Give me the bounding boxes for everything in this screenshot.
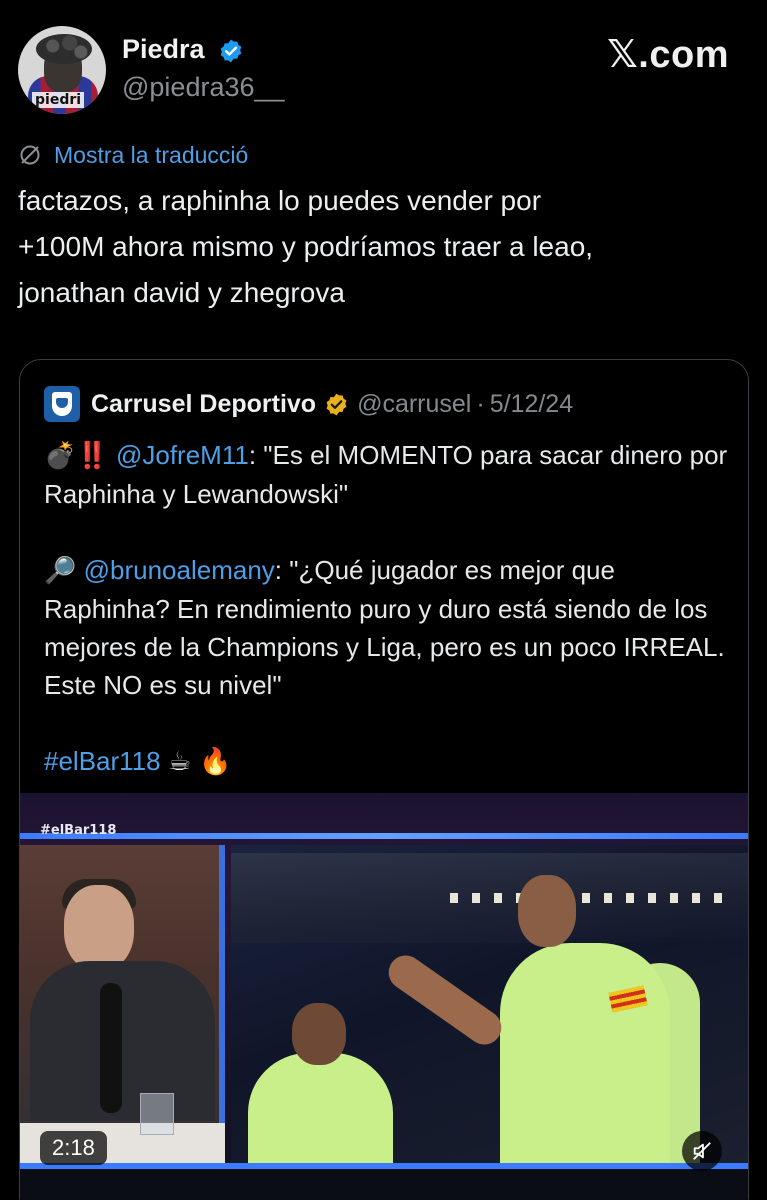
hashtag-elbar118[interactable]: #elBar118 xyxy=(44,746,161,776)
quoted-author-name[interactable]: Carrusel Deportivo xyxy=(91,390,316,419)
mute-button[interactable] xyxy=(682,1131,722,1171)
avatar-hair xyxy=(36,34,92,64)
quote-paragraph-1: 💣‼️ @JofreM11: "Es el MOMENTO para sacar… xyxy=(44,436,734,513)
magnifier-icon: 🔎 xyxy=(44,556,77,586)
microphone xyxy=(100,983,122,1113)
avatar[interactable]: piedri xyxy=(18,26,106,114)
stadium-lights xyxy=(450,893,730,903)
water-glass xyxy=(140,1093,174,1135)
gold-verified-badge-icon xyxy=(326,393,347,415)
shield-icon xyxy=(52,392,72,416)
quoted-tweet-text: 💣‼️ @JofreM11: "Es el MOMENTO para sacar… xyxy=(44,436,734,781)
quote-paragraph-2: 🔎 @brunoalemany: "¿Qué jugador es mejor … xyxy=(44,551,734,704)
separator-dot: · xyxy=(476,389,485,418)
video-bottom-area xyxy=(20,1169,748,1200)
mention-jofrem11[interactable]: @JofreM11 xyxy=(116,440,249,470)
volume-muted-icon xyxy=(693,1142,711,1160)
quoted-date[interactable]: 5/12/24 xyxy=(490,390,573,419)
avatar-text: piedri xyxy=(32,92,85,108)
translate-label[interactable]: Mostra la traducció xyxy=(54,142,248,169)
quote-paragraph-3: #elBar118 ☕ 🔥 xyxy=(44,742,734,781)
player-head xyxy=(518,875,576,947)
quoted-tweet[interactable]: Carrusel Deportivo @carrusel · 5/12/24 💣… xyxy=(19,359,749,1200)
author-name[interactable]: Piedra xyxy=(122,34,205,65)
video-hashtag-overlay: #elBar118 xyxy=(40,823,117,838)
mention-brunoalemany[interactable]: @brunoalemany xyxy=(84,555,275,585)
tweet-text: factazos, a raphinha lo puedes vender po… xyxy=(18,185,594,308)
translate-link[interactable]: Mostra la traducció xyxy=(18,140,248,170)
verified-badge-icon xyxy=(220,39,242,63)
player-body xyxy=(500,943,670,1163)
double-exclamation-icon: ‼️ xyxy=(76,440,109,470)
bomb-icon: 💣 xyxy=(44,441,77,471)
quoted-author-handle[interactable]: @carrusel xyxy=(357,390,471,419)
second-player-head xyxy=(292,1003,346,1065)
broadcast-top-bar xyxy=(20,833,748,839)
second-player-body xyxy=(248,1053,393,1173)
carrusel-logo[interactable] xyxy=(44,386,80,422)
video-duration: 2:18 xyxy=(40,1131,107,1165)
x-com-logo: 𝕏.com xyxy=(607,32,729,77)
presenter-body xyxy=(30,961,215,1121)
author-handle[interactable]: @piedra36__ xyxy=(122,72,285,103)
video-player[interactable]: #elBar118 2:18 xyxy=(20,793,748,1200)
x-logo-icon: 𝕏 xyxy=(607,32,639,76)
quoted-tweet-header: Carrusel Deportivo @carrusel · 5/12/24 xyxy=(44,386,573,422)
brand-suffix: .com xyxy=(638,34,729,76)
tweet-header: piedri Piedra @piedra36__ 𝕏.com xyxy=(0,0,767,125)
coffee-fire-icon: ☕ 🔥 xyxy=(167,747,232,777)
presenter-head xyxy=(64,885,134,971)
translate-icon xyxy=(20,145,40,165)
